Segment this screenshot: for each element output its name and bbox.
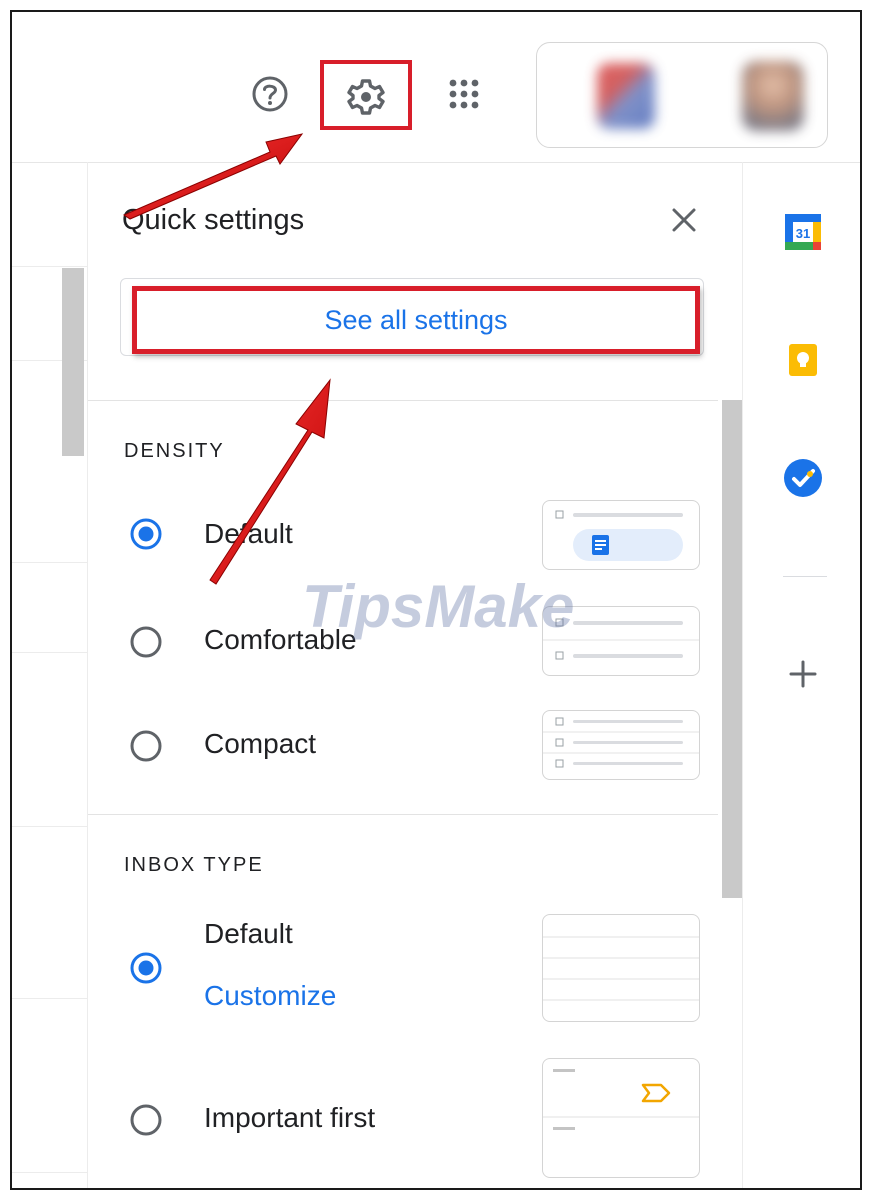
keep-icon — [789, 344, 817, 376]
inbox-important-first-preview — [542, 1058, 700, 1178]
keep-button[interactable] — [781, 338, 825, 382]
avatar[interactable] — [742, 61, 804, 131]
inbox-default-radio[interactable] — [128, 950, 164, 986]
density-compact-label: Compact — [204, 728, 317, 759]
quick-settings-title: Quick settings — [122, 204, 305, 236]
help-button[interactable] — [250, 74, 290, 114]
density-heading: DENSITY — [124, 440, 225, 462]
divider — [12, 826, 87, 827]
quick-settings-scrollbar[interactable] — [722, 400, 742, 898]
add-addon-button[interactable] — [781, 652, 825, 696]
divider — [88, 400, 718, 401]
plus-icon — [789, 660, 817, 688]
blurred-logo — [597, 63, 655, 129]
divider — [12, 652, 87, 653]
inbox-important-first-label: Important first — [204, 1102, 376, 1133]
density-default-preview — [542, 500, 700, 570]
gear-icon — [347, 79, 385, 115]
calendar-button[interactable]: 31 — [781, 210, 825, 254]
divider — [12, 266, 87, 267]
divider — [12, 1172, 87, 1173]
quick-settings-panel: Quick settings See all settings DENSITY … — [87, 162, 743, 1188]
customize-link[interactable]: Customize — [204, 980, 336, 1012]
density-compact-radio[interactable] — [128, 728, 164, 764]
close-button[interactable] — [666, 202, 702, 238]
divider — [88, 814, 718, 815]
account-switcher[interactable] — [536, 42, 828, 148]
density-compact-preview — [542, 710, 700, 780]
density-default-label: Default — [204, 518, 293, 549]
density-default-radio[interactable] — [128, 516, 164, 552]
screenshot-frame: Quick settings See all settings DENSITY … — [10, 10, 862, 1190]
density-comfortable-radio[interactable] — [128, 624, 164, 660]
mail-list-area — [12, 162, 87, 1188]
inbox-type-heading: INBOX TYPE — [124, 854, 264, 876]
tasks-button[interactable] — [781, 456, 825, 500]
divider — [12, 998, 87, 999]
mail-list-scrollbar[interactable] — [62, 268, 84, 456]
watermark: TipsMake — [302, 573, 575, 640]
apps-grid-icon — [449, 79, 479, 109]
divider — [12, 562, 87, 563]
apps-button[interactable] — [444, 74, 484, 114]
close-icon — [672, 208, 696, 232]
help-circle-icon — [252, 76, 288, 112]
top-bar — [12, 12, 860, 163]
tasks-icon — [784, 459, 822, 497]
side-panel: 31 — [742, 162, 860, 1188]
inbox-important-first-radio[interactable] — [128, 1102, 164, 1138]
inbox-default-label: Default — [204, 918, 293, 949]
settings-button[interactable] — [320, 60, 412, 130]
calendar-icon: 31 — [785, 214, 821, 250]
side-divider — [783, 576, 827, 577]
see-all-settings-button[interactable]: See all settings — [132, 286, 700, 354]
calendar-date: 31 — [796, 226, 810, 241]
inbox-default-preview — [542, 914, 700, 1022]
